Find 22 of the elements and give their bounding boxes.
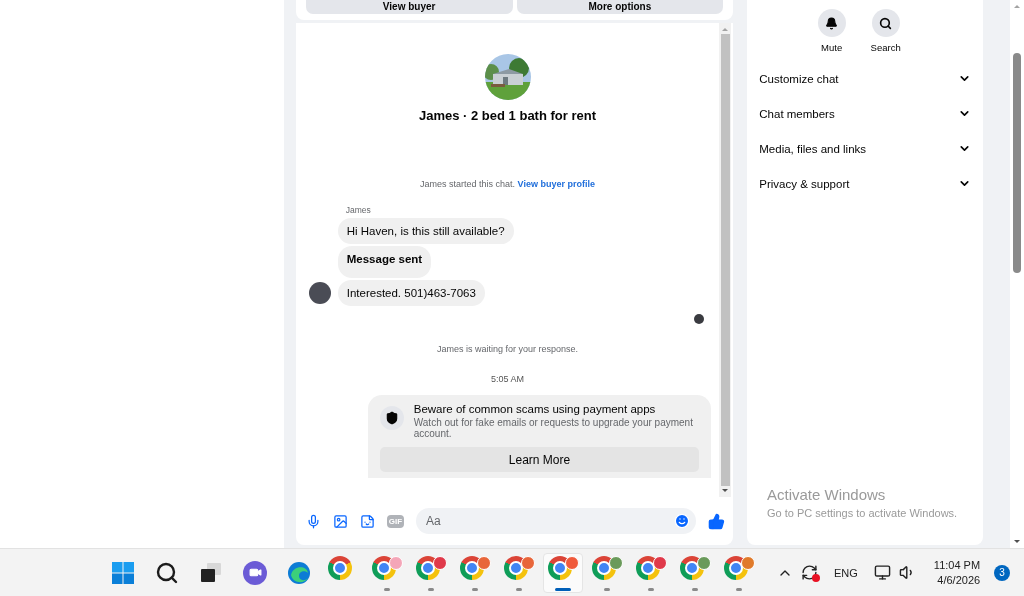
chat-start-note: James started this chat. View buyer profile <box>420 179 595 189</box>
message-bubble: Hi Haven, is this still available? <box>337 218 514 244</box>
top-button[interactable]: More options <box>516 0 724 14</box>
sender-name: James <box>345 205 372 215</box>
activation-title: Activate Windows <box>767 486 887 503</box>
action-label: Search <box>870 42 901 53</box>
notice-text: Watch out for fake emails or requests to upgrade your payment account. <box>413 417 694 439</box>
notification-badge[interactable]: 3 <box>994 564 1011 581</box>
clock[interactable]: 11:04 PM 4/6/2026 <box>933 559 981 586</box>
top-button[interactable]: View buyer <box>305 0 513 14</box>
buyer-profile-link[interactable]: View buyer profile <box>517 179 595 189</box>
action-label: Mute <box>821 42 843 53</box>
timestamp: 5:05 AM <box>490 374 525 384</box>
notice-title: Beware of common scams using payment apps <box>413 403 657 415</box>
chat-title: James · 2 bed 1 bath for rent <box>419 108 596 123</box>
message-field[interactable]: Aa <box>416 508 697 534</box>
learn-more-button[interactable]: Learn More <box>379 447 700 472</box>
activation-subtitle: Go to PC settings to activate Windows. <box>767 507 958 519</box>
message-bubble: Interested. 501)463-7063 <box>337 280 485 306</box>
message-bubble: Message sent <box>337 246 432 278</box>
language-indicator[interactable]: ENG <box>834 566 858 579</box>
waiting-note: James is waiting for your response. <box>435 344 580 354</box>
